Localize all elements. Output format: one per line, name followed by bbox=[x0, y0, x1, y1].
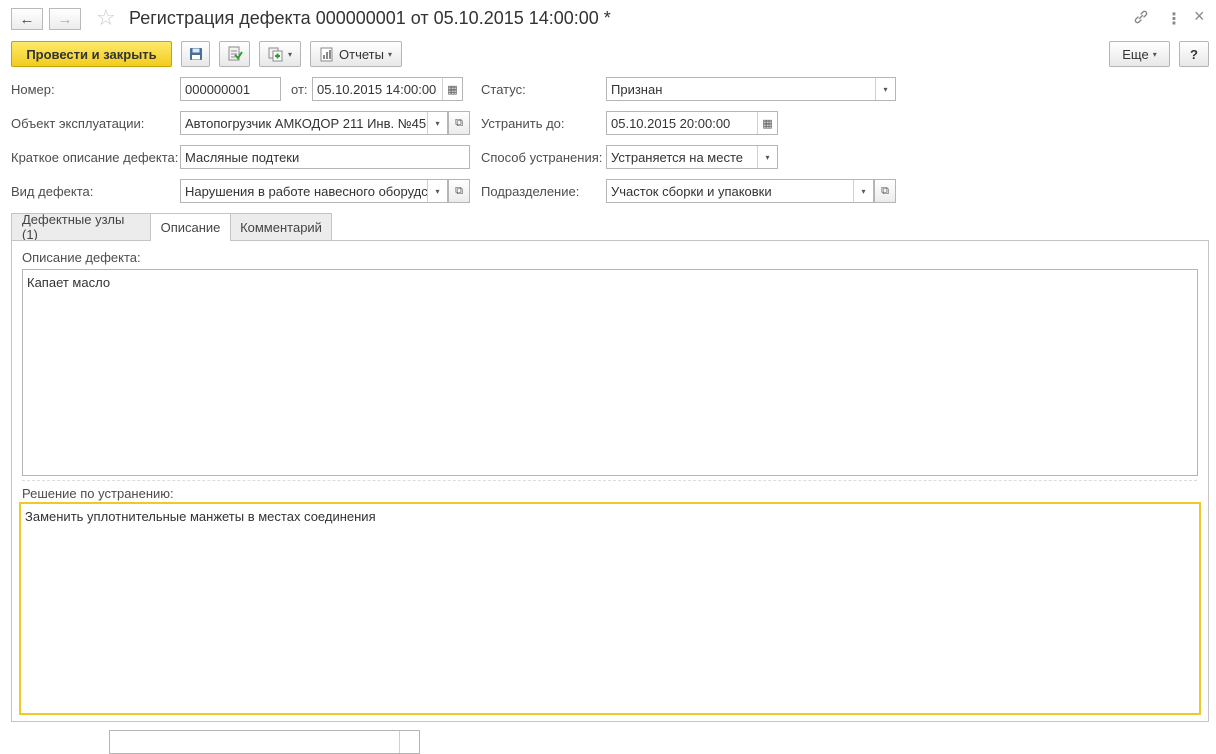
solution-textarea[interactable]: Заменить уплотнительные манжеты в местах… bbox=[19, 502, 1201, 715]
date-field[interactable]: 05.10.2015 14:00:00 ▦ bbox=[312, 77, 463, 101]
more-menu-icon[interactable]: ⋮ bbox=[1166, 9, 1182, 29]
save-button[interactable] bbox=[181, 41, 210, 67]
open-icon: ⧉ bbox=[455, 184, 463, 197]
post-and-close-button[interactable]: Провести и закрыть bbox=[11, 41, 172, 67]
solution-label: Решение по устранению: bbox=[22, 486, 174, 501]
window-title: Регистрация дефекта 000000001 от 05.10.2… bbox=[129, 8, 611, 28]
number-value: 000000001 bbox=[185, 81, 251, 97]
link-icon[interactable] bbox=[1133, 9, 1149, 30]
chevron-down-icon: ▾ bbox=[287, 49, 292, 59]
date-label: от: bbox=[291, 82, 308, 97]
description-label: Описание дефекта: bbox=[22, 250, 141, 265]
more-actions-button[interactable]: Еще ▾ bbox=[1109, 41, 1170, 67]
post-document-icon bbox=[228, 46, 243, 61]
chevron-down-icon[interactable]: ▾ bbox=[427, 112, 447, 134]
deadline-label: Устранить до: bbox=[481, 116, 565, 131]
description-textarea[interactable]: Капает масло bbox=[22, 269, 1198, 476]
object-label: Объект эксплуатации: bbox=[11, 116, 145, 131]
star-icon[interactable]: ☆ bbox=[96, 5, 116, 31]
short-description-input[interactable]: Масляные подтеки bbox=[180, 145, 470, 169]
method-value: Устраняется на месте bbox=[611, 149, 744, 165]
forward-button[interactable]: → bbox=[49, 8, 81, 30]
tab-comment[interactable]: Комментарий bbox=[230, 213, 332, 240]
more-label: Еще bbox=[1122, 46, 1149, 62]
back-button[interactable]: ← bbox=[11, 8, 43, 30]
open-department-button[interactable]: ⧉ bbox=[874, 179, 896, 203]
post-button[interactable] bbox=[219, 41, 250, 67]
department-select[interactable]: Участок сборки и упаковки ▾ bbox=[606, 179, 874, 203]
status-label: Статус: bbox=[481, 82, 526, 97]
chevron-down-icon[interactable]: ▾ bbox=[427, 180, 447, 202]
create-based-on-button[interactable]: ▾ bbox=[259, 41, 301, 67]
deadline-field[interactable]: 05.10.2015 20:00:00 ▦ bbox=[606, 111, 778, 135]
reports-icon bbox=[320, 47, 333, 61]
splitter[interactable] bbox=[22, 480, 1197, 481]
chevron-down-icon[interactable]: ▾ bbox=[757, 146, 777, 168]
reports-button[interactable]: Отчеты ▾ bbox=[310, 41, 402, 67]
short-description-label: Краткое описание дефекта: bbox=[11, 150, 179, 165]
arrow-right-icon: → bbox=[57, 10, 73, 28]
defect-type-label: Вид дефекта: bbox=[11, 184, 94, 199]
chevron-down-icon: ▾ bbox=[387, 49, 392, 59]
method-select[interactable]: Устраняется на месте ▾ bbox=[606, 145, 778, 169]
close-icon[interactable]: × bbox=[1194, 6, 1205, 27]
status-select[interactable]: Признан ▾ bbox=[606, 77, 896, 101]
department-label: Подразделение: bbox=[481, 184, 580, 199]
open-object-button[interactable]: ⧉ bbox=[448, 111, 470, 135]
chevron-down-icon: ▾ bbox=[1152, 49, 1157, 59]
open-defect-type-button[interactable]: ⧉ bbox=[448, 179, 470, 203]
tab-description[interactable]: Описание bbox=[150, 213, 231, 241]
defect-type-value: Нарушения в работе навесного оборудс bbox=[185, 183, 427, 199]
save-icon bbox=[189, 48, 202, 60]
create-based-icon bbox=[268, 47, 283, 62]
calendar-icon[interactable]: ▦ bbox=[442, 78, 462, 100]
calendar-icon[interactable]: ▦ bbox=[757, 112, 777, 134]
defect-type-select[interactable]: Нарушения в работе навесного оборудс ▾ bbox=[180, 179, 448, 203]
tab-defective-units[interactable]: Дефектные узлы (1) bbox=[11, 212, 151, 242]
chevron-down-icon[interactable]: ▾ bbox=[875, 78, 895, 100]
arrow-left-icon: ← bbox=[19, 10, 35, 28]
status-value: Признан bbox=[611, 81, 663, 97]
help-button[interactable]: ? bbox=[1179, 41, 1209, 67]
number-field[interactable]: 000000001 bbox=[180, 77, 281, 101]
short-description-value: Масляные подтеки bbox=[185, 149, 300, 165]
date-value: 05.10.2015 14:00:00 bbox=[317, 81, 437, 97]
open-icon: ⧉ bbox=[881, 184, 889, 197]
number-label: Номер: bbox=[11, 82, 55, 97]
reports-label: Отчеты bbox=[339, 46, 384, 62]
department-value: Участок сборки и упаковки bbox=[611, 183, 772, 199]
chevron-down-icon[interactable]: ▾ bbox=[853, 180, 873, 202]
deadline-value: 05.10.2015 20:00:00 bbox=[611, 115, 731, 131]
open-icon: ⧉ bbox=[455, 116, 463, 129]
method-label: Способ устранения: bbox=[481, 150, 603, 165]
object-select[interactable]: Автопогрузчик АМКОДОР 211 Инв. №45 ▾ bbox=[180, 111, 448, 135]
object-value: Автопогрузчик АМКОДОР 211 Инв. №45 bbox=[185, 115, 427, 131]
